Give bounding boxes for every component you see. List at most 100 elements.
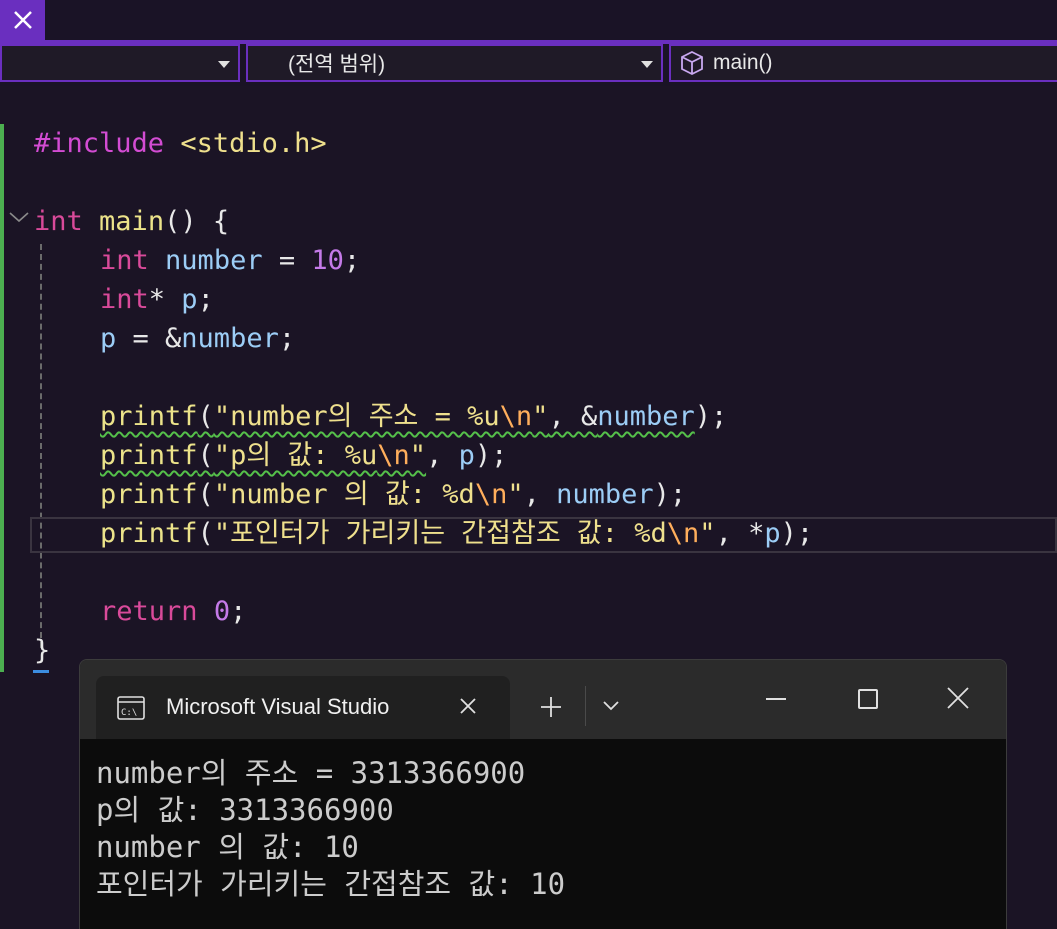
minimize-icon[interactable] — [766, 698, 786, 700]
code-line-6: p = &number; — [100, 319, 295, 358]
code-line-13: return 0; — [100, 592, 246, 631]
output-line-2: p의 값: 3313366900 — [96, 793, 394, 827]
code-line-1: #include <stdio.h> — [34, 124, 327, 163]
scope-dropdown[interactable]: (전역 범위) — [246, 44, 663, 82]
code-line-11: printf("포인터가 가리키는 간접참조 값: %d\n", *p); — [100, 514, 813, 553]
string-literal: " — [532, 401, 549, 432]
warning-squiggle[interactable]: printf("p의 값: %u\n" — [100, 440, 426, 471]
collapse-chevron-icon[interactable] — [8, 210, 30, 224]
terminal-icon: C:\ — [117, 696, 145, 720]
variable: p — [181, 284, 198, 315]
change-indicator-bar — [0, 124, 4, 672]
svg-text:C:\: C:\ — [121, 708, 137, 718]
console-tab[interactable]: C:\ Microsoft Visual Studio — [96, 676, 510, 739]
variable: number — [181, 323, 279, 354]
function-name: printf — [100, 440, 198, 471]
member-dropdown[interactable]: main() — [669, 44, 1057, 82]
function-name: printf — [100, 479, 198, 510]
number-literal: 10 — [311, 245, 344, 276]
operator: * — [148, 284, 182, 315]
output-line-3: number 의 값: 10 — [96, 830, 359, 864]
string-literal: "number 의 값: %d — [213, 479, 475, 510]
keyword: return — [100, 596, 198, 627]
keyword: int — [100, 245, 149, 276]
header-name: <stdio.h> — [180, 128, 327, 159]
punctuation: ; — [278, 323, 296, 354]
console-window[interactable]: C:\ Microsoft Visual Studio number의 주소 =… — [79, 659, 1007, 929]
tab-separator — [585, 686, 586, 726]
keyword: int — [100, 284, 149, 315]
close-tab-icon[interactable] — [458, 696, 478, 716]
member-label: main() — [713, 51, 773, 74]
escape-sequence: \n — [377, 440, 410, 471]
keyword: int — [34, 206, 83, 237]
output-line-4: 포인터가 가리키는 간접참조 값: 10 — [96, 867, 566, 901]
operator: = — [262, 245, 312, 276]
indent-guide — [40, 244, 42, 648]
punctuation: ); — [780, 518, 814, 549]
warning-squiggle[interactable]: printf("number의 주소 = %u\n", &number — [100, 401, 695, 432]
code-line-4: int number = 10; — [100, 241, 360, 280]
console-tab-title: Microsoft Visual Studio — [166, 694, 390, 719]
punctuation: ( — [197, 518, 214, 549]
navigation-bar: (전역 범위) main() — [0, 44, 1057, 86]
console-output[interactable]: number의 주소 = 3313366900 p의 값: 3313366900… — [80, 739, 1006, 929]
punctuation: ; — [343, 245, 361, 276]
chevron-down-icon — [218, 61, 230, 68]
string-literal: "p의 값: %u — [213, 440, 378, 471]
project-dropdown[interactable] — [0, 44, 240, 82]
function-name: printf — [100, 518, 198, 549]
function-name: printf — [100, 401, 198, 432]
code-line-8: printf("number의 주소 = %u\n", &number); — [100, 397, 727, 436]
punctuation: ( — [197, 401, 214, 432]
punctuation: ( — [197, 440, 214, 471]
code-line-10: printf("number 의 값: %d\n", number); — [100, 475, 686, 514]
document-tab-bar — [0, 0, 1057, 40]
string-literal: "포인터가 가리키는 간접참조 값: %d — [213, 518, 667, 549]
string-literal: "number의 주소 = %u — [213, 401, 500, 432]
function-name: main — [99, 206, 165, 237]
punctuation: ); — [694, 401, 728, 432]
maximize-icon[interactable] — [858, 689, 878, 709]
close-icon — [13, 11, 32, 29]
operator: , * — [715, 518, 765, 549]
chevron-down-icon — [641, 61, 653, 68]
punctuation: () { — [164, 206, 230, 237]
punctuation: ; — [230, 596, 247, 627]
window-close-icon[interactable] — [946, 686, 970, 710]
plus-icon[interactable] — [540, 696, 562, 718]
punctuation: ); — [653, 479, 687, 510]
punctuation: , — [523, 479, 557, 510]
number-literal: 0 — [213, 596, 231, 627]
code-line-14: } — [34, 631, 50, 670]
cube-icon — [681, 50, 703, 76]
punctuation: , — [426, 440, 459, 471]
output-line-1: number의 주소 = 3313366900 — [96, 756, 526, 790]
preprocessor-directive: #include — [34, 128, 165, 159]
code-line-9: printf("p의 값: %u\n", p); — [100, 436, 507, 475]
code-line-3: int main() { — [34, 202, 229, 241]
escape-sequence: \n — [474, 479, 508, 510]
variable: number — [165, 245, 263, 276]
escape-sequence: \n — [499, 401, 533, 432]
variable: number — [556, 479, 654, 510]
string-literal: " — [409, 440, 427, 471]
scope-label: (전역 범위) — [288, 53, 386, 76]
punctuation: ; — [197, 284, 214, 315]
chevron-down-icon[interactable] — [602, 700, 620, 712]
punctuation: ( — [197, 479, 214, 510]
punctuation: ); — [474, 440, 508, 471]
close-document-button[interactable] — [0, 0, 45, 40]
variable: number — [597, 401, 695, 432]
escape-sequence: \n — [666, 518, 700, 549]
console-title-bar[interactable]: C:\ Microsoft Visual Studio — [80, 660, 1006, 739]
string-literal: " — [507, 479, 524, 510]
text-cursor — [33, 670, 49, 673]
string-literal: " — [699, 518, 716, 549]
variable: p — [764, 518, 781, 549]
variable: p — [458, 440, 475, 471]
code-line-5: int* p; — [100, 280, 214, 319]
operator: , & — [548, 401, 598, 432]
operator: = & — [116, 323, 182, 354]
